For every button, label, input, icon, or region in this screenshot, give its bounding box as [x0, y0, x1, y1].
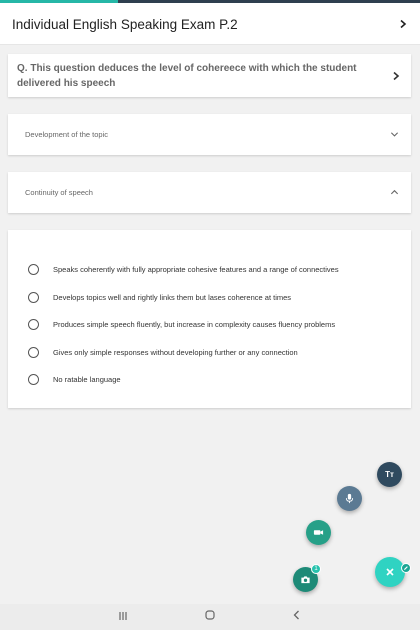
microphone-icon — [345, 493, 354, 504]
back-icon[interactable] — [291, 608, 303, 626]
option-label: Develops topics well and rightly links t… — [53, 292, 292, 302]
option-item[interactable]: No ratable language — [8, 366, 411, 394]
option-item[interactable]: Speaks coherently with fully appropriate… — [8, 256, 411, 284]
home-icon[interactable] — [204, 608, 216, 626]
chevron-up-icon[interactable] — [390, 188, 399, 197]
chevron-down-icon[interactable] — [390, 130, 399, 139]
radio-button[interactable] — [28, 319, 39, 331]
camera-icon — [301, 576, 310, 584]
radio-button[interactable] — [28, 291, 39, 303]
chevron-right-icon[interactable] — [398, 19, 408, 29]
text-format-button[interactable]: Tт — [377, 462, 402, 487]
camera-count-badge: 1 — [311, 564, 321, 574]
accordion-label: Continuity of speech — [25, 188, 93, 197]
recent-apps-icon[interactable] — [117, 608, 129, 626]
video-camera-icon — [313, 530, 324, 535]
close-menu-button[interactable] — [375, 557, 411, 587]
app-header: Individual English Speaking Exam P.2 — [0, 3, 420, 45]
camera-button[interactable]: 1 — [293, 564, 321, 592]
radio-button[interactable] — [28, 346, 39, 358]
option-label: Produces simple speech fluently, but inc… — [53, 320, 336, 330]
system-nav-bar — [0, 604, 420, 630]
text-format-icon: Tт — [385, 470, 394, 479]
options-card: Speaks coherently with fully appropriate… — [8, 230, 411, 408]
close-icon — [386, 568, 394, 576]
option-item[interactable]: Gives only simple responses without deve… — [8, 339, 411, 367]
video-button[interactable] — [306, 520, 331, 545]
radio-button[interactable] — [28, 374, 39, 386]
question-card[interactable]: Q. This question deduces the level of co… — [8, 54, 411, 97]
microphone-button[interactable] — [337, 486, 362, 511]
accordion-label: Development of the topic — [25, 130, 108, 139]
accordion-development[interactable]: Development of the topic — [8, 114, 411, 155]
question-text: Q. This question deduces the level of co… — [17, 62, 357, 89]
edit-icon — [401, 563, 411, 573]
page-title: Individual English Speaking Exam P.2 — [12, 16, 238, 32]
radio-button[interactable] — [28, 264, 39, 276]
option-label: No ratable language — [53, 375, 121, 385]
chevron-right-icon[interactable] — [391, 71, 401, 81]
accordion-continuity[interactable]: Continuity of speech — [8, 172, 411, 213]
option-item[interactable]: Produces simple speech fluently, but inc… — [8, 311, 411, 339]
option-label: Gives only simple responses without deve… — [53, 347, 298, 357]
option-item[interactable]: Develops topics well and rightly links t… — [8, 284, 411, 312]
option-label: Speaks coherently with fully appropriate… — [53, 265, 339, 275]
